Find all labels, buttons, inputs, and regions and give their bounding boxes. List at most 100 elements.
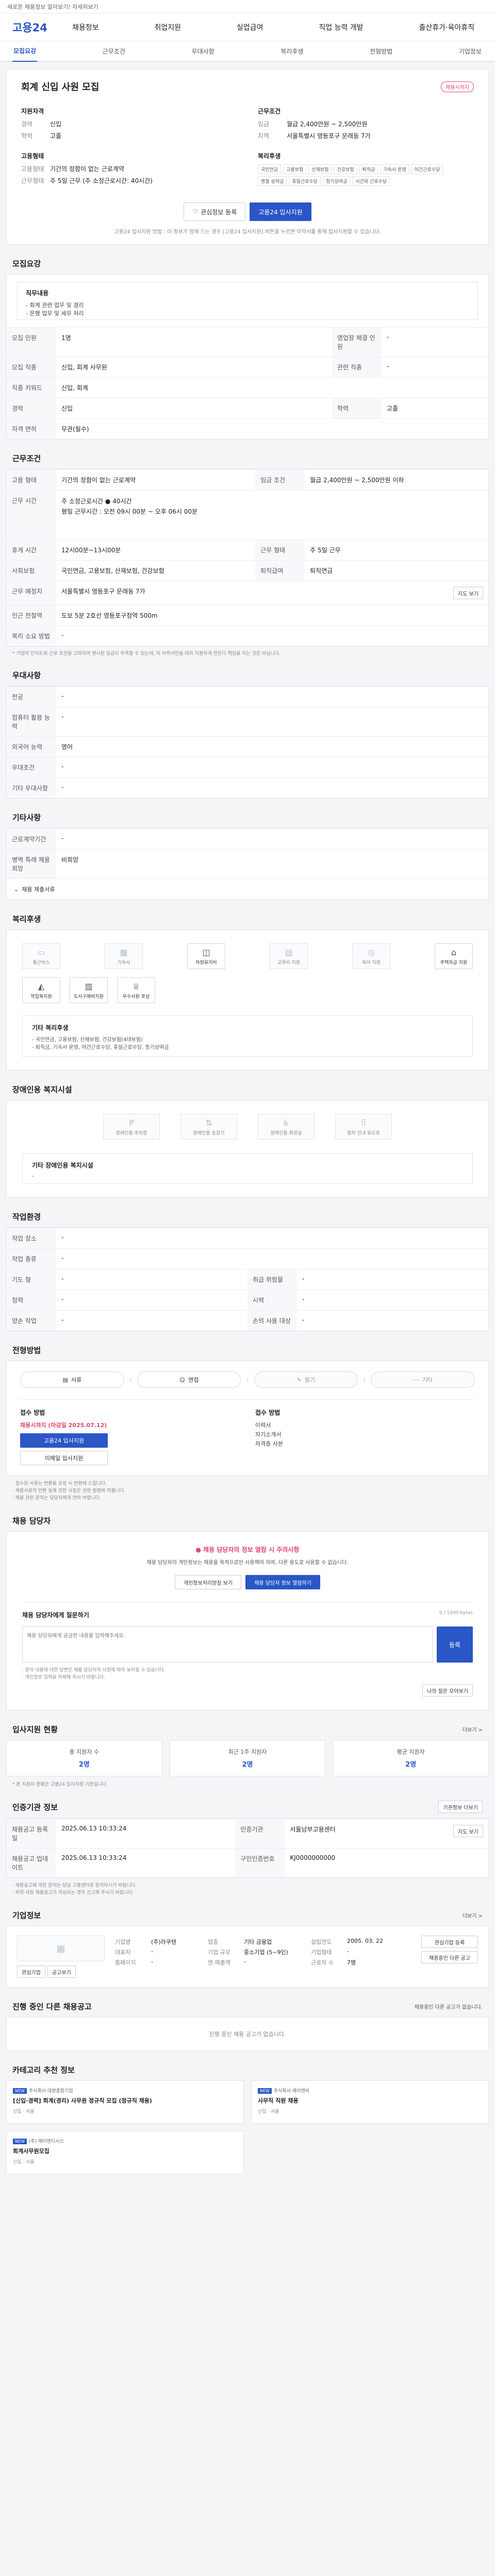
stat-value: 2명 (78, 1761, 90, 1769)
education-value: 고졸 (50, 132, 62, 140)
recommend-card[interactable]: NEW 주식회사 대양종합기업 [신입·경력] 회계(경리) 사무원 정규직 모집… (6, 2080, 244, 2124)
nav-item-benefit[interactable]: 실업급여 (234, 20, 267, 35)
duty-line: - 회계 관련 업무 및 경리 (26, 302, 84, 309)
cell-value: 퇴직연금 (305, 560, 488, 581)
tab-welfare[interactable]: 복리후생 (279, 41, 304, 61)
company-card: ▦ 관심기업 공고보기 기업명 (주)라쿠텐 업종 기타 금융업 설립연도 2005. 0… (6, 1926, 489, 1988)
nav-item-training[interactable]: 직업 능력 개발 (316, 20, 366, 35)
welfare-tag: 시간외 근로수당 (352, 176, 390, 186)
company-logo-icon: ▦ (17, 1936, 105, 1961)
tab-prefer[interactable]: 우대사항 (191, 41, 216, 61)
interest-button[interactable]: ♡ 관심정보 등록 (184, 202, 246, 221)
stat-label: 평균 지원자 (397, 1749, 425, 1755)
cell-value: - (56, 777, 488, 798)
company-value: - (347, 1948, 349, 1955)
welfare-card-label: 차량유지비 (195, 960, 217, 965)
inquiry-area: 채용 담당자에게 질문하기 0 / 1000 bytes 등록 · 문의 내용에… (22, 1602, 473, 1697)
show-contact-button[interactable]: 채용 담당자 정보 열람하기 (245, 1575, 320, 1589)
welfare-etc-line: - 국민연금, 고용보험, 산재보험, 건강보험(4대보험) (32, 1037, 143, 1043)
welfare-tag: 건강보험 (334, 164, 357, 174)
table-row: 근무 예정지 서울특별시 영등포구 문래동 7가 지도 보기 (7, 581, 488, 605)
table-row: 근무 시간 주 소정근로시간 ● 40시간 평일 근무시간 : 오전 09시 00… (7, 490, 488, 540)
company-other-jobs-button[interactable]: 채용중인 다른 공고 (421, 1951, 478, 1963)
documents-toggle[interactable]: ⌄ 채용 제출서류 (7, 878, 488, 900)
nav-item-jobs[interactable]: 채용정보 (69, 20, 102, 35)
company-key: 설립연도 (311, 1939, 332, 1945)
my-questions-button[interactable]: 나의 질문 모아보기 (422, 1684, 473, 1697)
tab-work[interactable]: 근무조건 (102, 41, 126, 61)
disabled-card-label: 점자 안내 유도로 (347, 1130, 380, 1136)
baby-icon: ◎ (368, 947, 375, 957)
welfare-child: ◎ 육아 지원 (352, 943, 390, 969)
inquiry-count: 0 / 1000 bytes (439, 1611, 473, 1616)
cell-key: 작업 종류 (7, 1248, 56, 1269)
process-notes: · 접수된 서류는 반환을 요청 시 반환해 드립니다. · 채용서류의 반환 … (12, 1480, 483, 1502)
recommend-title[interactable]: 회계사무원모집 (13, 2147, 237, 2155)
tab-company[interactable]: 기업정보 (458, 41, 483, 61)
process-apply-button[interactable]: 고용24 입사지원 (20, 1433, 108, 1448)
nav-item-support[interactable]: 취업지원 (151, 20, 184, 35)
environment-table: 작업 장소 - 작업 종류 - 기도 형 - 취급 위험물 - 청력 - 시력 - 양손 작업 -… (7, 1228, 488, 1331)
cell-key: 경력 (7, 398, 56, 419)
welfare-tag: 퇴직금 (359, 164, 378, 174)
inquiry-textarea[interactable] (22, 1626, 433, 1663)
cell-key: 퇴직급여 (255, 560, 305, 581)
etc-table: 근로계약기간 - 병역 특례 채용 희망 비희망 (7, 828, 488, 878)
inquiry-label: 채용 담당자에게 질문하기 (22, 1612, 89, 1619)
privacy-button[interactable]: 개인정보처리방침 보기 (175, 1575, 242, 1589)
work-type-key: 근무형태 (21, 177, 44, 184)
inquiry-submit-button[interactable]: 등록 (437, 1626, 473, 1663)
welfare-card-label: 기숙사 (117, 960, 130, 965)
tab-recruit[interactable]: 모집요강 (12, 41, 38, 62)
status-more-link[interactable]: 더보기 > (463, 1725, 483, 1733)
recommend-title[interactable]: 사무직 직원 채용 (258, 2097, 482, 2105)
company-value: - (151, 1958, 153, 1965)
step-label: 기타 (422, 1377, 433, 1383)
nav-item-leave[interactable]: 출산휴가·육아휴직 (416, 20, 477, 35)
recommend-card[interactable]: NEW 주식회사 에이앤비 사무직 직원 채용 신입 · 서울 (251, 2080, 489, 2124)
top-notice-text[interactable]: 새로운 채용정보 알아보기! 자세히보기 (7, 3, 98, 11)
agency-more-button[interactable]: 기관정보 더보기 (438, 1801, 483, 1813)
dots-icon: ⋯ (413, 1376, 419, 1383)
company-key: 기업형태 (311, 1949, 332, 1956)
cell-value: 2025.06.13 10:33:24 (56, 1848, 236, 1877)
tab-process[interactable]: 전형방법 (369, 41, 393, 61)
cell-key: 작업 장소 (7, 1228, 56, 1249)
email-apply-button[interactable]: 이메일 입사지원 (20, 1451, 108, 1465)
welfare-card-label: 도서구매비지원 (74, 994, 104, 999)
company-register-button[interactable]: 관심기업 등록 (421, 1936, 478, 1948)
recommend-row: NEW 주식회사 대양종합기업 [신입·경력] 회계(경리) 사무원 정규직 모집… (6, 2080, 489, 2124)
map-button[interactable]: 지도 보기 (453, 587, 483, 599)
info-note: · 허위·과장 채용공고가 의심되는 경우 신고해 주시기 바랍니다. (12, 1890, 134, 1895)
process-apply: 접수 방법 채용시까지 (마감일 2025.07.12) 고용24 입사지원 이… (20, 1399, 475, 1465)
company-key: 기업 규모 (208, 1949, 230, 1956)
welfare-car: ◫ 차량유지비 (187, 943, 225, 969)
cell-value: - (381, 327, 488, 357)
table-row: 경력 신입 학력 고졸 (7, 398, 488, 419)
cell-value: 월급 2,400만원 ~ 2,500만원 이하 (305, 469, 488, 490)
cell-key: 구인인증번호 (235, 1848, 285, 1877)
cell-value: - (56, 1290, 248, 1311)
step-etc: ⋯ 기타 (371, 1371, 475, 1388)
cell-key: 근무 형태 (255, 539, 305, 561)
documents-toggle-label: 채용 제출서류 (22, 886, 55, 893)
cell-value: 12시00분~13시00분 (56, 539, 256, 561)
company-more-link[interactable]: 더보기 > (463, 1911, 483, 1919)
welfare-edu: ▤ 교육비 지원 (270, 943, 308, 969)
site-logo[interactable]: 고용24 (12, 20, 69, 35)
stat-average: 평균 지원자 2명 (333, 1740, 489, 1776)
company-interest-button[interactable]: 관심기업 (17, 1965, 45, 1978)
cell-key: 근로계약기간 (7, 828, 56, 850)
recommend-card[interactable]: NEW (주) 에이앤디시스 회계사무원모집 신입 · 서울 (6, 2131, 244, 2174)
apply-button[interactable]: 고용24 입사지원 (250, 202, 311, 221)
table-row: 작업 종류 - (7, 1248, 488, 1269)
cell-key: 채용공고 업데이트 (7, 1848, 56, 1877)
work-section-title: 근무조건 (12, 454, 41, 463)
recommend-title[interactable]: [신입·경력] 회계(경리) 사무원 정규직 모집 (정규직 채용) (13, 2097, 237, 2105)
agency-map-button[interactable]: 지도 보기 (453, 1825, 483, 1837)
table-row: 기도 형 - 취급 위험물 - (7, 1269, 488, 1290)
welfare-card-label: 작업복지원 (30, 994, 52, 999)
footer-spacer (6, 2174, 489, 2195)
recommend-tag: NEW (13, 2088, 27, 2094)
company-jobs-button[interactable]: 공고보기 (47, 1965, 76, 1978)
